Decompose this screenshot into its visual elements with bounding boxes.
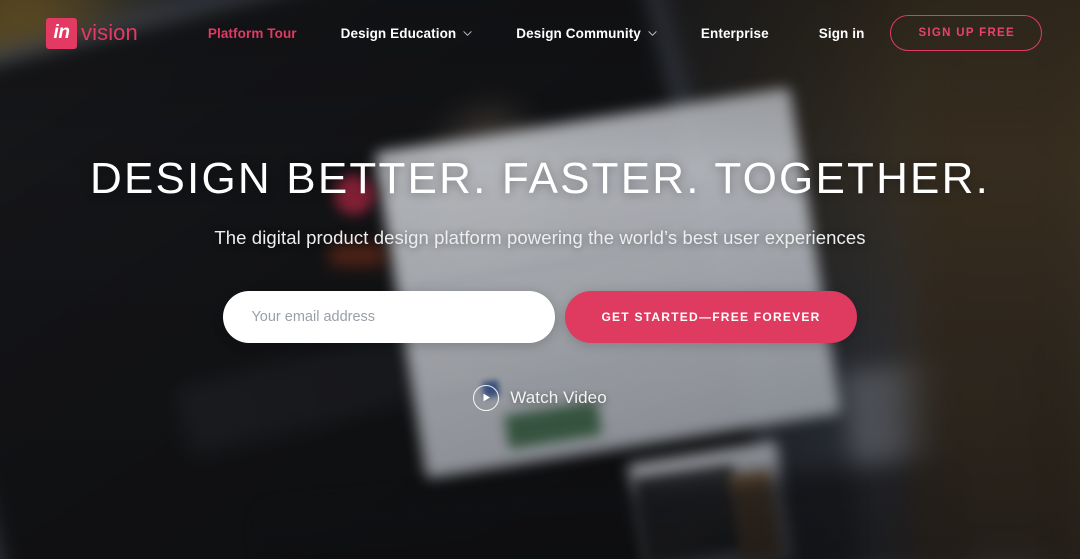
nav-item-label: Enterprise: [700, 25, 769, 41]
logo-mark-text: in: [53, 21, 70, 43]
logo-mark-icon: in: [46, 17, 77, 49]
nav-item-enterprise[interactable]: Enterprise: [679, 18, 791, 49]
nav-item-label: Platform Tour: [207, 25, 297, 41]
watch-video-label: Watch Video: [510, 387, 607, 407]
sign-up-free-button[interactable]: SIGN UP FREE: [890, 15, 1042, 51]
nav-actions: Sign in SIGN UP FREE: [819, 15, 1042, 51]
hero-subtitle: The digital product design platform powe…: [214, 226, 866, 248]
chevron-down-icon: [648, 29, 657, 38]
nav-item-design-community[interactable]: Design Community: [494, 18, 679, 49]
play-circle-icon: [473, 384, 500, 411]
logo-wordmark: vision: [81, 20, 138, 45]
primary-navigation: in vision Platform Tour Design Education…: [0, 0, 1080, 66]
watch-video-button[interactable]: Watch Video: [473, 384, 607, 411]
invision-logo[interactable]: in vision: [46, 17, 138, 49]
nav-item-design-education[interactable]: Design Education: [319, 18, 495, 49]
nav-item-label: Design Education: [340, 25, 457, 41]
hero-section: in vision Platform Tour Design Education…: [0, 0, 1080, 559]
sign-in-link[interactable]: Sign in: [819, 26, 865, 41]
nav-item-platform-tour[interactable]: Platform Tour: [186, 18, 319, 49]
nav-menu: Platform Tour Design Education Design Co…: [186, 18, 791, 49]
signup-form: GET STARTED—FREE FOREVER: [0, 290, 1080, 343]
email-input[interactable]: [223, 290, 556, 343]
nav-item-label: Design Community: [516, 25, 641, 41]
hero-content: DESIGN BETTER. FASTER. TOGETHER. The dig…: [0, 155, 1080, 411]
chevron-down-icon: [463, 29, 472, 38]
page-title: DESIGN BETTER. FASTER. TOGETHER.: [89, 154, 991, 203]
get-started-button[interactable]: GET STARTED—FREE FOREVER: [565, 290, 857, 343]
